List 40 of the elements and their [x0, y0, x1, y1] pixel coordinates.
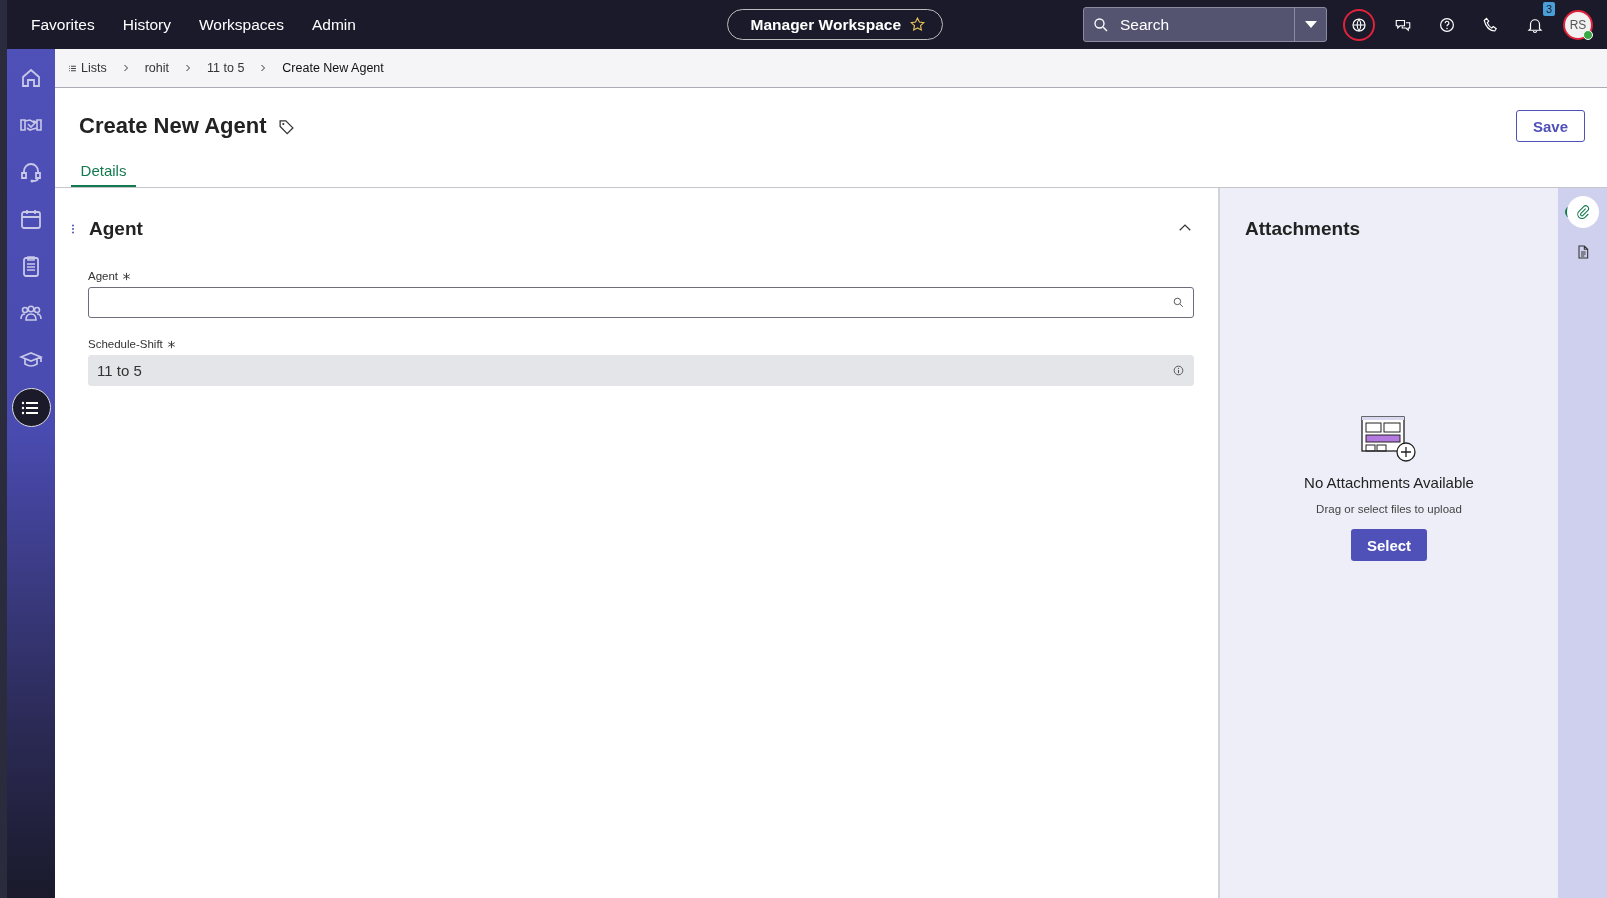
tab[interactable]: Details [71, 162, 136, 187]
panel-title: Attachments [1245, 218, 1361, 240]
nav-link[interactable]: Workspaces [199, 15, 284, 34]
star-icon [909, 16, 926, 33]
nav-link[interactable]: Favorites [31, 15, 95, 34]
globe-icon [1350, 15, 1368, 34]
sidebar-item[interactable] [11, 388, 51, 427]
agent-field[interactable] [88, 287, 1194, 318]
caret-icon [1304, 21, 1317, 28]
search-icon [1092, 15, 1110, 34]
info-icon [1172, 364, 1185, 377]
user-avatar[interactable]: RS [1563, 9, 1593, 40]
globe-button[interactable] [1343, 8, 1375, 41]
nav-link[interactable]: Admin [312, 15, 356, 34]
tag-icon [278, 117, 296, 135]
select-button[interactable]: Select [1350, 529, 1428, 561]
search-bar[interactable]: Search [1083, 7, 1327, 42]
empty-state-title: No Attachments Available [1304, 474, 1474, 491]
upload-hint: Drag or select files to upload [1316, 503, 1462, 515]
breadcrumb-link[interactable]: Lists [81, 61, 107, 75]
help-icon [1438, 15, 1456, 34]
attachment-illustration [1361, 416, 1417, 462]
notification-badge: 3 [1542, 1, 1555, 16]
status-dot [1583, 29, 1593, 40]
paperclip-icon [1574, 204, 1591, 220]
field-label: Schedule-Shift [88, 338, 163, 350]
list-icon [68, 63, 77, 73]
field-label: Agent [88, 270, 119, 282]
page-title: Create New Agent [79, 113, 267, 139]
save-button[interactable]: Save [1515, 110, 1585, 142]
nav-link[interactable]: History [122, 15, 171, 34]
breadcrumb-link[interactable]: rohit [144, 61, 170, 75]
section-title: Agent [89, 218, 143, 240]
breadcrumb-link[interactable]: 11 to 5 [207, 61, 245, 75]
search-icon [1172, 296, 1185, 309]
search-input[interactable]: Search [1118, 14, 1294, 35]
phone-icon [1482, 15, 1500, 34]
rail-button[interactable] [1566, 196, 1599, 228]
breadcrumb-current: Create New Agent [282, 61, 384, 75]
schedule-shift-field: 11 to 5 [88, 355, 1194, 386]
